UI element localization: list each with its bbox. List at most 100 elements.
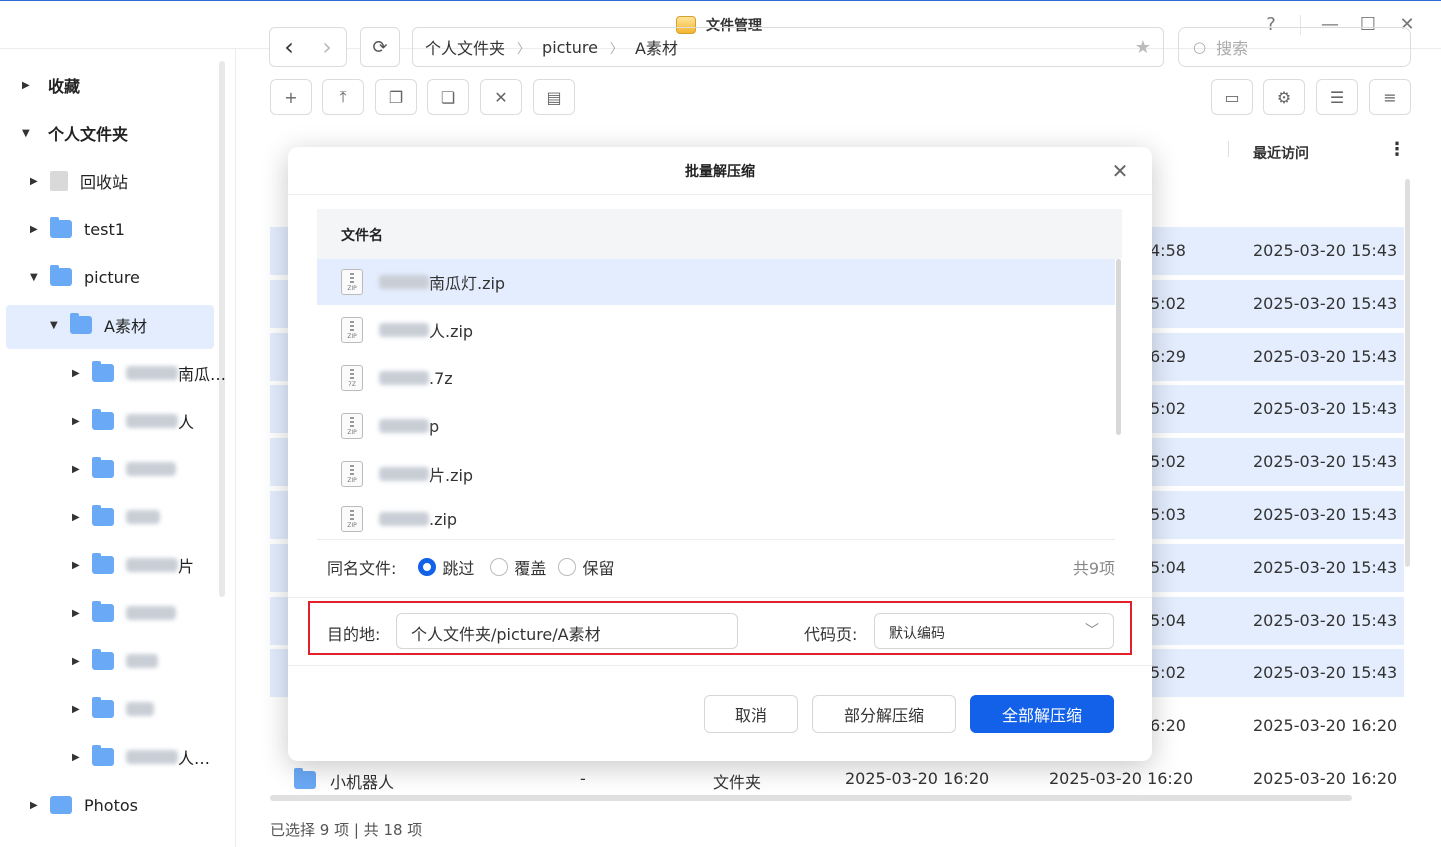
destination-input[interactable]: 个人文件夹/picture/A素材 xyxy=(396,613,738,649)
caret-down-icon[interactable]: ▼ xyxy=(30,272,44,283)
cut-button[interactable]: ✕ xyxy=(480,79,522,115)
cancel-button[interactable]: 取消 xyxy=(704,695,798,733)
list-view-icon: ☰ xyxy=(1329,87,1345,107)
list-item[interactable]: ZIP 人.zip xyxy=(317,307,1115,353)
list-item[interactable]: ZIP 南瓜灯.zip xyxy=(317,259,1115,305)
breadcrumb-item[interactable]: A素材 xyxy=(635,35,678,59)
sidebar-item-recycle[interactable]: ▶ 回收站 xyxy=(30,159,128,203)
settings-button[interactable]: ⚙ xyxy=(1263,79,1305,115)
caret-right-icon[interactable]: ▶ xyxy=(30,176,44,187)
sidebar-item-favorites[interactable]: ▶ 收藏 xyxy=(22,63,80,107)
copy-button[interactable]: ❐ xyxy=(375,79,417,115)
sidebar-item-test1[interactable]: ▶ test1 xyxy=(30,207,125,251)
forward-icon[interactable]: › xyxy=(322,33,332,61)
caret-right-icon[interactable]: ▶ xyxy=(30,224,44,235)
clipboard-button[interactable]: ▤ xyxy=(533,79,575,115)
sidebar-item-picture[interactable]: ▼ picture xyxy=(30,255,140,299)
close-icon[interactable]: ✕ xyxy=(1108,159,1132,183)
breadcrumb-item[interactable]: 个人文件夹 xyxy=(425,35,505,59)
sidebar-item-personal[interactable]: ▼ 个人文件夹 xyxy=(22,111,128,155)
radio-label[interactable]: 跳过 xyxy=(442,555,474,579)
task-button[interactable]: ▭ xyxy=(1211,79,1253,115)
codepage-value: 默认编码 xyxy=(889,626,945,642)
radio-label[interactable]: 覆盖 xyxy=(514,555,546,579)
sidebar-subfolder[interactable]: ▶ 南瓜… xyxy=(72,351,226,395)
sidebar-subfolder[interactable]: ▶ 人… xyxy=(72,735,210,779)
sidebar-subfolder[interactable]: ▶ 人 xyxy=(72,399,194,443)
caret-down-icon[interactable]: ▼ xyxy=(50,320,64,331)
blurred-text xyxy=(379,467,429,481)
folder-icon xyxy=(92,697,114,718)
sidebar-subfolder[interactable]: ▶ xyxy=(72,447,176,491)
caret-right-icon[interactable]: ▶ xyxy=(72,656,86,667)
chevron-right-icon: 〉 xyxy=(609,41,623,57)
star-icon[interactable]: ★ xyxy=(1135,37,1151,58)
search-input[interactable]: ○ 搜索 xyxy=(1178,27,1411,67)
folder-icon xyxy=(92,601,114,622)
divider xyxy=(288,194,1152,195)
briefcase-icon: ▭ xyxy=(1224,87,1240,107)
sidebar-subfolder[interactable]: ▶ xyxy=(72,639,158,683)
caret-right-icon[interactable]: ▶ xyxy=(72,512,86,523)
caret-right-icon[interactable]: ▶ xyxy=(72,560,86,571)
modified-cell: 6:20 xyxy=(1150,716,1186,735)
list-item[interactable]: ZIP p xyxy=(317,403,1115,449)
breadcrumb[interactable]: 个人文件夹 〉 picture 〉 A素材 ★ xyxy=(412,27,1164,67)
modified-cell: 5:02 xyxy=(1150,399,1186,418)
recent-cell: 2025-03-20 16:20 xyxy=(1253,769,1398,788)
sidebar-item-label: 人 xyxy=(178,413,195,432)
caret-down-icon[interactable]: ▼ xyxy=(22,128,36,139)
caret-right-icon[interactable]: ▶ xyxy=(72,608,86,619)
folder-icon xyxy=(50,265,72,286)
list-scrollbar[interactable] xyxy=(1116,259,1121,435)
sidebar-subfolder[interactable]: ▶ xyxy=(72,591,176,635)
refresh-button[interactable]: ⟳ xyxy=(360,27,400,67)
sidebar-scrollbar[interactable] xyxy=(219,61,225,597)
list-item[interactable]: 7Z .7z xyxy=(317,355,1115,401)
sidebar-item-photos[interactable]: ▶ Photos xyxy=(30,783,138,827)
recent-cell: 2025-03-20 15:43 xyxy=(1253,505,1398,524)
caret-right-icon[interactable]: ▶ xyxy=(22,80,36,91)
horizontal-scrollbar[interactable] xyxy=(270,795,1352,801)
sidebar-item-label: test1 xyxy=(84,219,125,239)
upload-button[interactable]: ⤒ xyxy=(322,79,364,115)
radio-label[interactable]: 保留 xyxy=(582,555,614,579)
radio-skip[interactable] xyxy=(418,558,437,576)
recent-cell: 2025-03-20 15:43 xyxy=(1253,399,1398,418)
breadcrumb-item[interactable]: picture xyxy=(542,38,598,57)
sidebar-subfolder[interactable]: ▶ xyxy=(72,495,160,539)
folder-icon xyxy=(92,457,114,478)
blurred-text xyxy=(126,510,160,524)
back-icon[interactable]: ‹ xyxy=(284,33,294,61)
sidebar-subfolder[interactable]: ▶ 片 xyxy=(72,543,194,587)
caret-right-icon[interactable]: ▶ xyxy=(30,800,44,811)
extract-all-button[interactable]: 全部解压缩 xyxy=(970,695,1114,733)
list-item[interactable]: ZIP .zip xyxy=(317,499,1115,539)
caret-right-icon[interactable]: ▶ xyxy=(72,416,86,427)
caret-right-icon[interactable]: ▶ xyxy=(72,704,86,715)
radio-overwrite[interactable] xyxy=(490,558,509,576)
more-icon[interactable]: ⋮ xyxy=(1388,139,1406,160)
column-header-recent[interactable]: 最近访问 xyxy=(1253,143,1309,163)
recent-cell: 2025-03-20 15:43 xyxy=(1253,241,1398,260)
view-button[interactable]: ☰ xyxy=(1316,79,1358,115)
blurred-text xyxy=(379,512,429,526)
vertical-scrollbar[interactable] xyxy=(1405,179,1410,567)
sidebar-item-a-material[interactable]: ▼ A素材 xyxy=(50,303,147,347)
new-button[interactable]: + xyxy=(270,79,312,115)
divider xyxy=(317,539,1115,540)
list-item[interactable]: ZIP 片.zip xyxy=(317,451,1115,497)
blurred-text xyxy=(126,414,178,428)
partial-extract-button[interactable]: 部分解压缩 xyxy=(812,695,956,733)
caret-right-icon[interactable]: ▶ xyxy=(72,368,86,379)
codepage-select[interactable]: 默认编码 ﹀ xyxy=(874,613,1114,649)
zip-file-icon: ZIP xyxy=(341,413,363,439)
dialog-title: 批量解压缩 xyxy=(685,164,755,180)
sidebar-subfolder[interactable]: ▶ xyxy=(72,687,154,731)
sort-button[interactable]: ≡ xyxy=(1369,79,1411,115)
sidebar-item-label: Photos xyxy=(84,795,138,815)
radio-keep[interactable] xyxy=(558,558,577,576)
caret-right-icon[interactable]: ▶ xyxy=(72,464,86,475)
paste-button[interactable]: ❏ xyxy=(427,79,469,115)
caret-right-icon[interactable]: ▶ xyxy=(72,752,86,763)
